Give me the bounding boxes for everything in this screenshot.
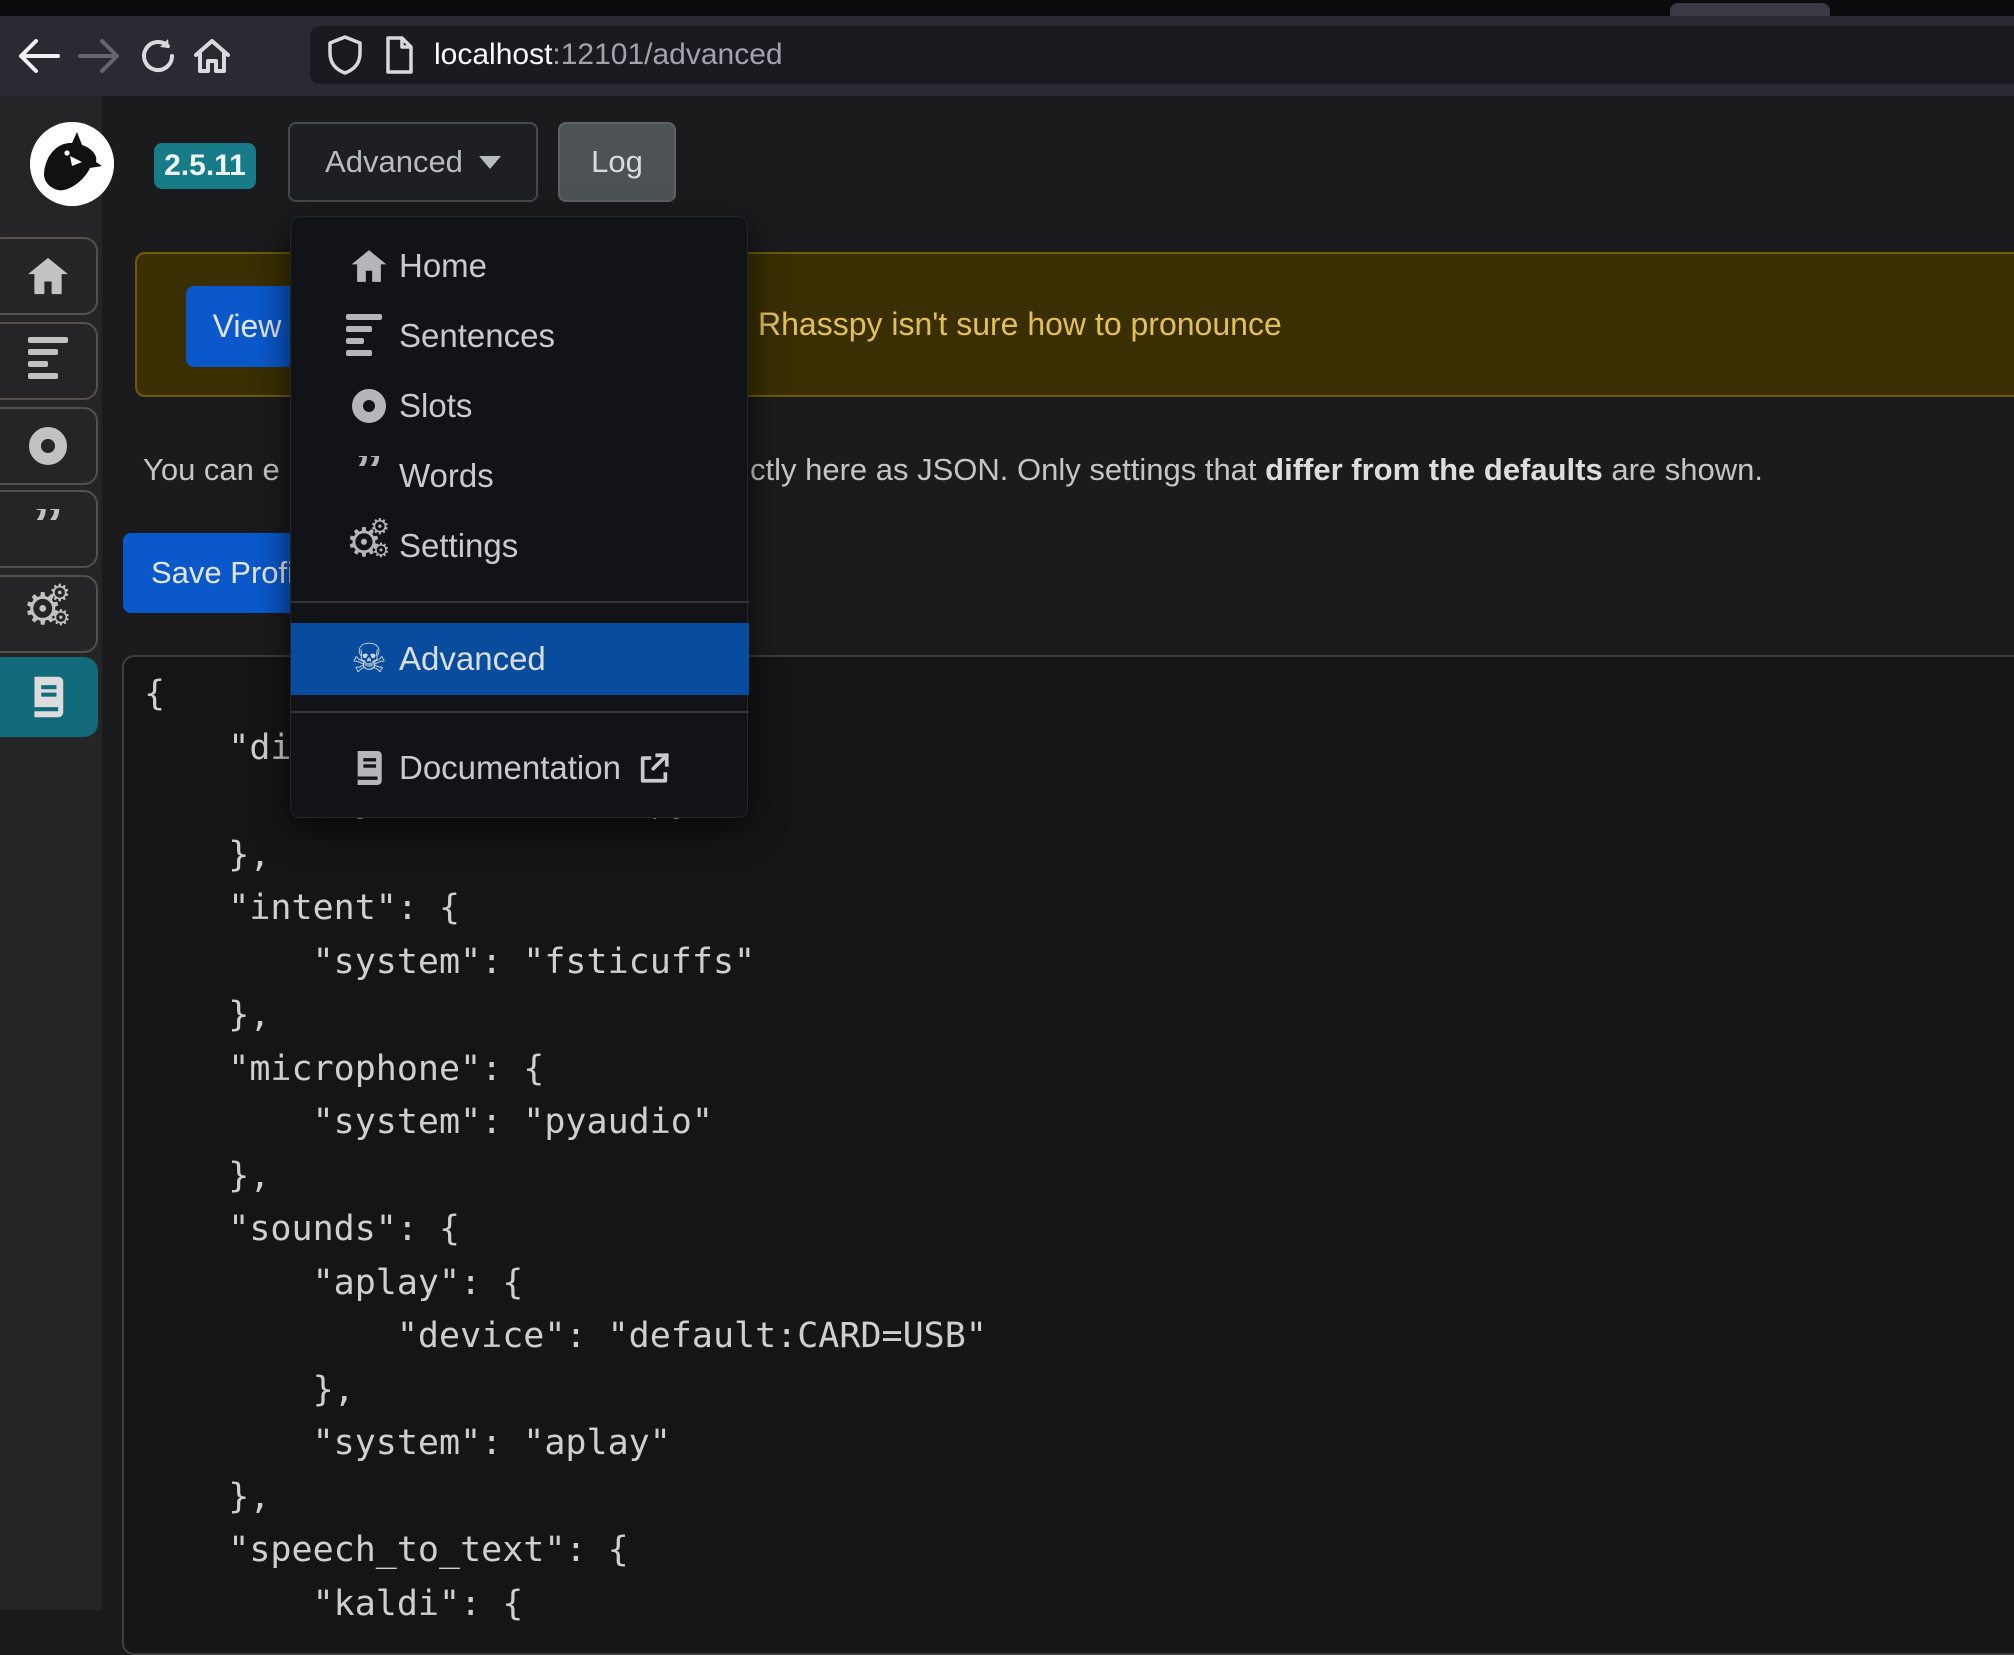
browser-home-icon <box>192 37 232 75</box>
menu-item-settings[interactable]: ⚙⚙⚙ Settings <box>291 511 749 581</box>
view-button-label: View <box>213 308 282 345</box>
slots-record-icon <box>29 427 67 465</box>
menu-item-label: Words <box>399 457 494 495</box>
menu-item-label: Settings <box>399 527 518 565</box>
alert-message: Rhasspy isn't sure how to pronounce <box>758 254 1282 395</box>
menu-item-label: Documentation <box>399 749 621 787</box>
browser-tab-strip <box>0 0 2014 16</box>
external-link-icon <box>637 751 671 785</box>
browser-home-button[interactable] <box>184 16 240 96</box>
menu-item-label: Home <box>399 247 487 285</box>
sidebar-item-advanced-active[interactable] <box>0 657 98 737</box>
forward-arrow-icon <box>80 41 117 71</box>
page-dropdown-menu: Home Sentences Slots ” Words ⚙⚙⚙ Setting… <box>290 216 748 818</box>
url-host: localhost <box>434 38 552 71</box>
menu-item-documentation[interactable]: Documentation <box>291 733 749 803</box>
reload-button[interactable] <box>130 16 186 96</box>
menu-item-label: Advanced <box>399 640 546 678</box>
menu-item-words[interactable]: ” Words <box>291 441 749 511</box>
menu-item-label: Slots <box>399 387 472 425</box>
intro-text-right: ctly here as JSON. Only settings that di… <box>750 452 1763 488</box>
words-quote-icon: ” <box>32 509 64 549</box>
sidebar-item-settings[interactable]: ⚙⚙⚙ <box>0 575 98 653</box>
book-icon <box>27 675 69 719</box>
back-button[interactable] <box>10 16 66 96</box>
bird-logo-icon <box>30 122 114 206</box>
url-text: localhost:12101/advanced <box>434 38 783 72</box>
shield-icon[interactable] <box>328 35 362 75</box>
rhasspy-page: 2.5.11 Advanced Log ” ⚙⚙⚙ View <box>0 96 2014 1610</box>
version-badge: 2.5.11 <box>154 143 256 189</box>
sidebar-item-slots[interactable] <box>0 407 98 485</box>
settings-gears-icon: ⚙⚙⚙ <box>23 591 73 637</box>
rhasspy-logo <box>30 122 114 206</box>
record-circle-icon <box>346 389 392 423</box>
reload-icon <box>139 37 177 75</box>
url-path: :12101/advanced <box>552 38 782 71</box>
menu-item-label: Sentences <box>399 317 555 355</box>
menu-item-slots[interactable]: Slots <box>291 371 749 441</box>
menu-divider <box>291 711 749 713</box>
page-icon[interactable] <box>384 36 414 74</box>
sidebar-item-words[interactable]: ” <box>0 490 98 568</box>
browser-tab[interactable] <box>1670 3 1830 16</box>
menu-divider <box>291 601 749 603</box>
menu-item-sentences[interactable]: Sentences <box>291 301 749 371</box>
skull-crossbones-icon: ☠ <box>346 639 392 679</box>
log-button-label: Log <box>591 144 643 180</box>
intro-text-left: You can e <box>143 452 280 488</box>
menu-item-advanced-active[interactable]: ☠ Advanced <box>291 623 749 695</box>
book-icon <box>346 749 392 787</box>
page-dropdown-button[interactable]: Advanced <box>288 122 538 202</box>
sidebar-item-home[interactable] <box>0 237 98 315</box>
gears-icon: ⚙⚙⚙ <box>346 524 392 568</box>
home-icon <box>26 256 70 296</box>
chevron-down-icon <box>479 156 501 169</box>
page-dropdown-label: Advanced <box>325 144 463 180</box>
log-button[interactable]: Log <box>558 122 676 202</box>
back-arrow-icon <box>21 41 58 71</box>
forward-button[interactable] <box>72 16 128 96</box>
sidebar-item-sentences[interactable] <box>0 322 98 400</box>
url-bar[interactable]: localhost:12101/advanced <box>310 26 2014 84</box>
sentences-align-left-icon <box>28 337 68 385</box>
menu-item-home[interactable]: Home <box>291 231 749 301</box>
quote-icon: ” <box>346 456 392 496</box>
align-left-icon <box>346 310 392 362</box>
home-icon <box>346 248 392 284</box>
